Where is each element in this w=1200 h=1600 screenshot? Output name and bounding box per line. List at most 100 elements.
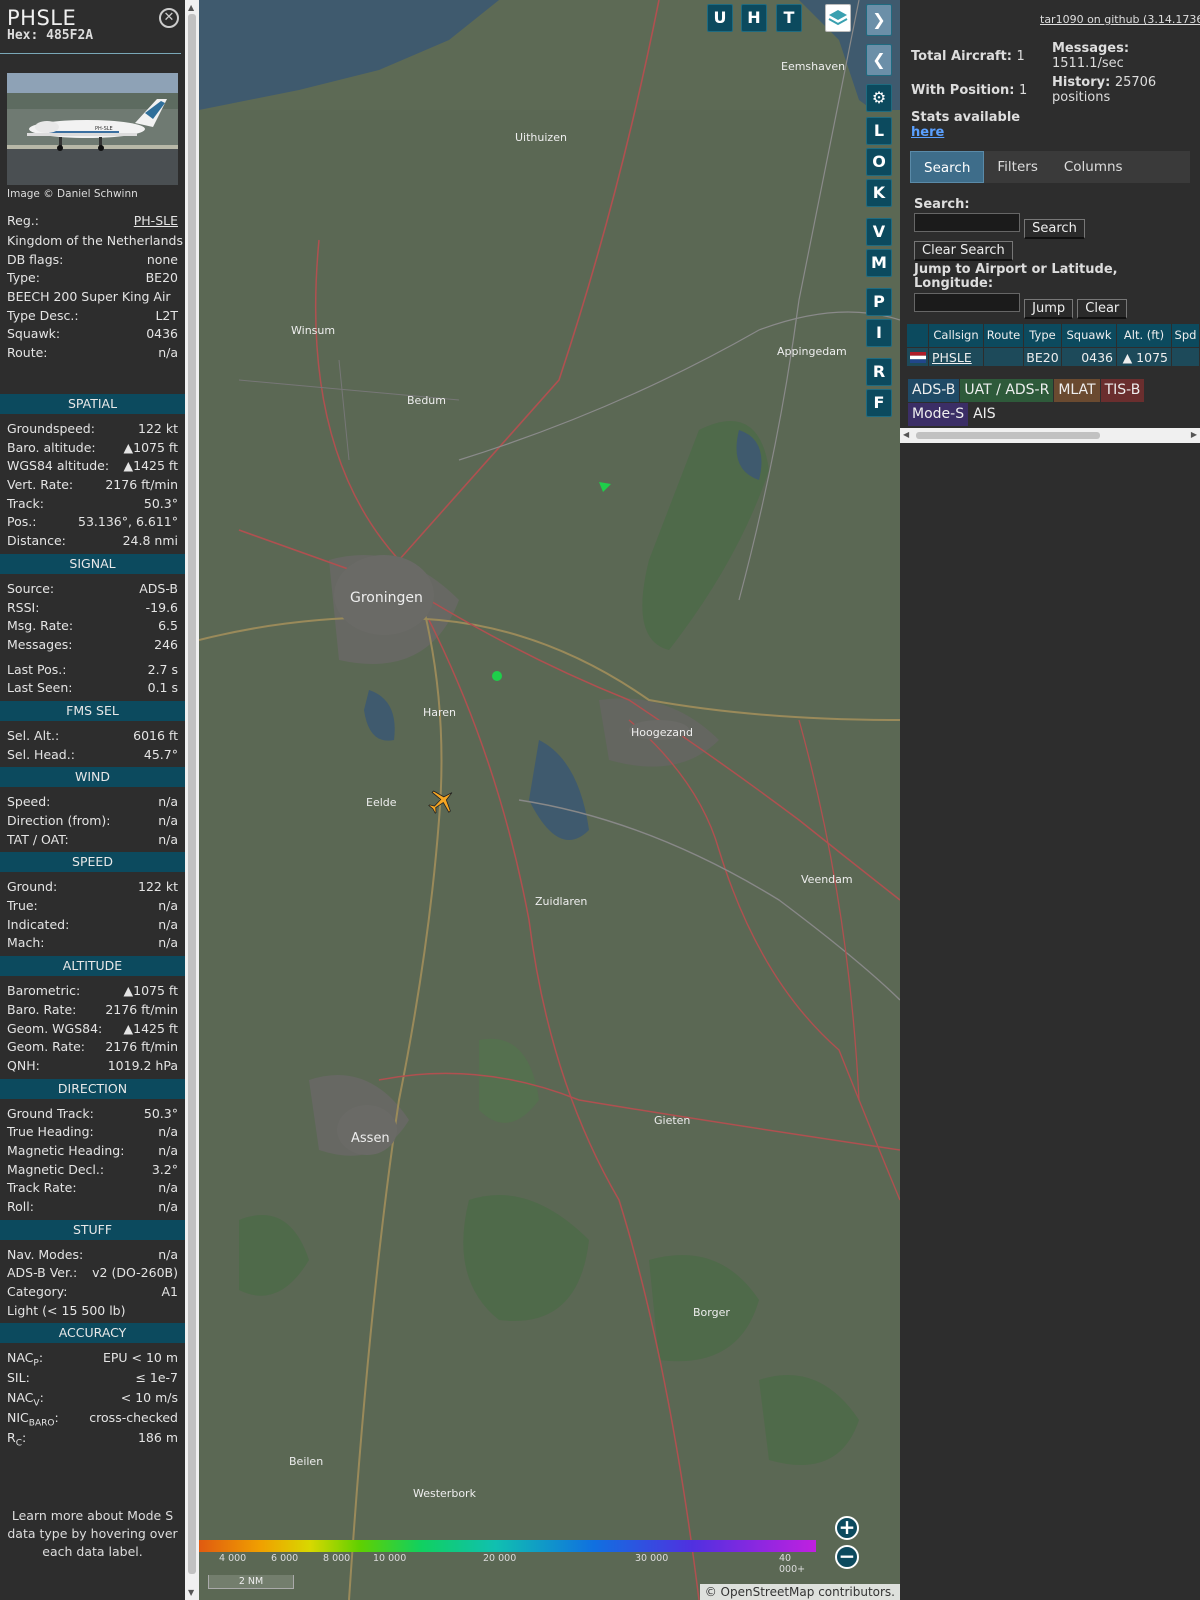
scroll-right-arrow-icon[interactable]: ▶ xyxy=(1191,430,1197,439)
map-button-k[interactable]: K xyxy=(866,179,892,207)
tab-filters[interactable]: Filters xyxy=(984,151,1050,183)
info-row-label: Baro. altitude: xyxy=(7,439,96,455)
map-button-m[interactable]: M xyxy=(866,249,892,277)
info-row-value: n/a xyxy=(158,1199,178,1214)
close-icon[interactable]: ✕ xyxy=(159,8,179,28)
info-row-label: Magnetic Decl.: xyxy=(7,1161,105,1177)
layers-icon[interactable] xyxy=(825,4,851,32)
info-row-label: Geom. Rate: xyxy=(7,1039,86,1055)
map-button-i[interactable]: I xyxy=(866,319,892,347)
info-row-label: BEECH 200 Super King Air xyxy=(7,289,171,305)
info-row-value: v2 (DO-260B) xyxy=(92,1265,178,1281)
horizontal-scrollbar-thumb[interactable] xyxy=(916,432,1100,439)
messages-rate: Messages: 1511.1/sec xyxy=(1052,41,1130,71)
info-row-label: True: xyxy=(7,898,38,914)
search-input[interactable] xyxy=(914,213,1020,232)
section-header: STUFF xyxy=(0,1219,185,1240)
colorbar-label: 10 000 xyxy=(373,1553,407,1564)
info-row-label: Last Pos.: xyxy=(7,661,67,677)
info-row: Roll: n/a xyxy=(0,1198,185,1217)
info-row: Track: 50.3° xyxy=(0,495,185,514)
registration-link[interactable]: PH-SLE xyxy=(134,212,178,231)
clear-search-button[interactable]: Clear Search xyxy=(914,241,1013,261)
map-button-u[interactable]: U xyxy=(707,4,733,32)
col-altitude[interactable]: Alt. (ft) xyxy=(1117,324,1172,347)
col-type[interactable]: Type xyxy=(1024,324,1062,347)
scroll-up-arrow-icon[interactable]: ▲ xyxy=(188,3,194,12)
info-row-label: WGS84 altitude: xyxy=(7,458,110,474)
scrollbar-thumb[interactable] xyxy=(188,14,196,1574)
info-row-label: Type Desc.: xyxy=(7,307,79,323)
osm-link[interactable]: OpenStreetMap xyxy=(721,1585,815,1599)
info-panel-scrollbar[interactable]: ▲ ▼ xyxy=(185,0,199,1600)
tab-columns[interactable]: Columns xyxy=(1051,151,1136,183)
scroll-down-arrow-icon[interactable]: ▼ xyxy=(188,1588,194,1597)
map-button-f[interactable]: F xyxy=(866,389,892,417)
info-row: DB flags: none xyxy=(0,251,185,270)
map-button-v[interactable]: V xyxy=(866,218,892,246)
info-row-label: Track Rate: xyxy=(7,1180,77,1196)
chevron-right-icon[interactable]: ❯ xyxy=(866,4,892,36)
search-button[interactable]: Search xyxy=(1024,219,1085,239)
settings-gear-icon[interactable]: ⚙ xyxy=(866,84,892,112)
section-header: ALTITUDE xyxy=(0,956,185,977)
map-view[interactable]: Uithuizen Eemshaven Winsum Bedum Appinge… xyxy=(199,0,900,1600)
stats-here-link[interactable]: here xyxy=(911,125,944,140)
info-row-value: ADS-B xyxy=(139,580,178,596)
col-speed[interactable]: Spd xyxy=(1172,324,1200,347)
info-row-label: Nav. Modes: xyxy=(7,1246,84,1262)
legend-modes: Mode-S xyxy=(908,403,969,426)
clear-button[interactable]: Clear xyxy=(1077,299,1128,319)
map-button-h[interactable]: H xyxy=(741,4,767,32)
info-row: NICBARO: cross-checked xyxy=(0,1409,185,1429)
aircraft-icon[interactable] xyxy=(427,786,457,816)
accuracy-label: NICBARO: xyxy=(7,1410,59,1429)
map-button-l[interactable]: L xyxy=(866,117,892,145)
info-row-label: Type: xyxy=(7,270,40,286)
col-callsign[interactable]: Callsign xyxy=(929,324,984,347)
info-row: Speed: n/a xyxy=(0,793,185,812)
map-button-r[interactable]: R xyxy=(866,358,892,386)
section-header: SPATIAL xyxy=(0,394,185,414)
section-header: ACCURACY xyxy=(0,1323,185,1344)
info-row-label: DB flags: xyxy=(7,251,64,267)
map-attribution: © OpenStreetMap contributors. xyxy=(699,1584,900,1600)
zoom-out-button[interactable]: − xyxy=(835,1545,859,1569)
info-row-value: 122 kt xyxy=(138,879,178,895)
map-tiles[interactable] xyxy=(199,0,900,1600)
receiver-marker[interactable] xyxy=(492,671,502,681)
info-row-label: Last Seen: xyxy=(7,680,73,696)
info-row-value: 53.136°, 6.611° xyxy=(78,514,178,530)
jump-input[interactable] xyxy=(914,293,1020,312)
row-speed xyxy=(1172,348,1200,366)
aircraft-callsign: PHSLE xyxy=(7,6,77,30)
chevron-left-icon[interactable]: ❮ xyxy=(866,44,892,76)
map-button-t[interactable]: T xyxy=(776,4,802,32)
scroll-left-arrow-icon[interactable]: ◀ xyxy=(903,430,909,439)
table-horizontal-scrollbar[interactable]: ◀ ▶ xyxy=(900,428,1200,443)
table-row[interactable]: PHSLE BE20 0436 ▲ 1075 xyxy=(907,348,1200,366)
info-row-label: Ground: xyxy=(7,879,58,895)
github-link[interactable]: tar1090 on github (3.14.1736) xyxy=(1040,13,1200,26)
tab-search[interactable]: Search xyxy=(910,151,985,183)
col-route[interactable]: Route xyxy=(984,324,1024,347)
col-flag[interactable] xyxy=(907,324,929,347)
accuracy-label: SIL: xyxy=(7,1370,30,1386)
accuracy-value: < 10 m/s xyxy=(120,1390,178,1406)
zoom-in-button[interactable]: + xyxy=(835,1516,859,1540)
aircraft-photo[interactable]: PH-SLE xyxy=(7,73,178,185)
row-callsign[interactable]: PHSLE xyxy=(929,348,984,366)
aircraft-info-panel: PHSLE Hex: 485F2A ✕ PH-SLE Image © Danie… xyxy=(0,0,185,1600)
info-row: Sel. Head.: 45.7° xyxy=(0,746,185,765)
info-row-label: Distance: xyxy=(7,533,66,549)
jump-button[interactable]: Jump xyxy=(1024,299,1074,319)
info-row: Last Pos.: 2.7 s xyxy=(0,661,185,680)
info-row: SIL: ≤ 1e-7 xyxy=(0,1369,185,1389)
map-button-p[interactable]: P xyxy=(866,288,892,316)
legend-ais: AIS xyxy=(973,406,996,422)
info-row-label: Speed: xyxy=(7,794,51,810)
map-button-o[interactable]: O xyxy=(866,148,892,176)
info-row: RC: 186 m xyxy=(0,1429,185,1449)
info-row-label: Baro. Rate: xyxy=(7,1001,77,1017)
col-squawk[interactable]: Squawk xyxy=(1062,324,1117,347)
